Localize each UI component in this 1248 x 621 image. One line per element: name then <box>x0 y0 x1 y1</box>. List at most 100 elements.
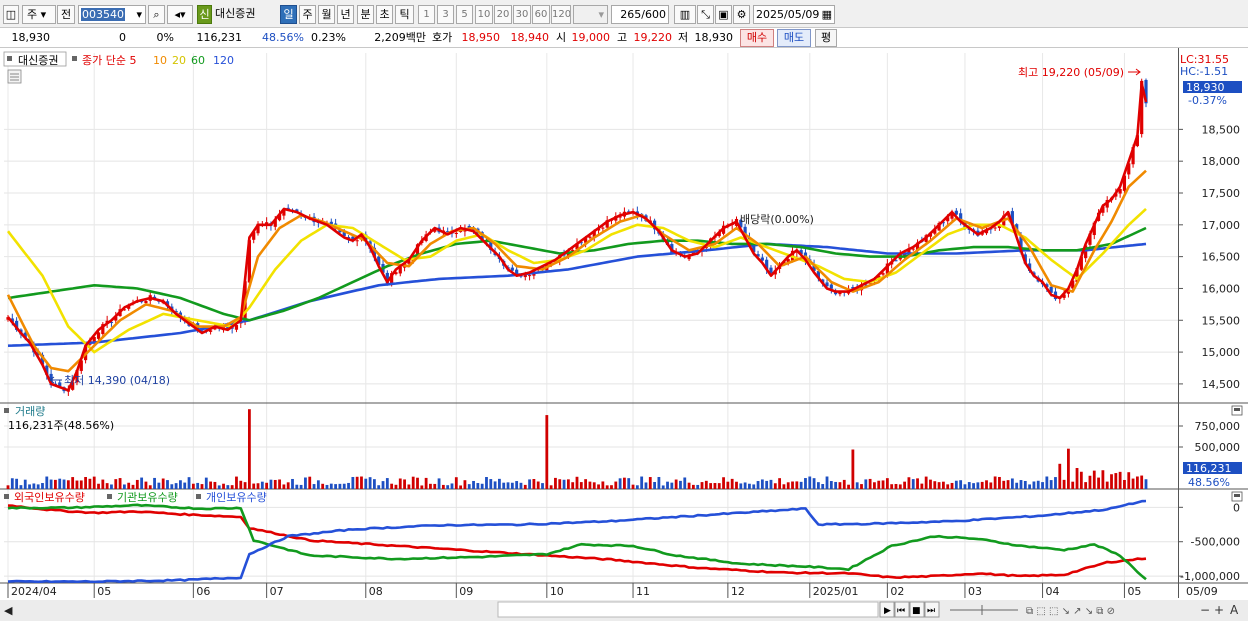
legend-ma20[interactable]: 20 <box>172 54 186 67</box>
holdings-tick-label: -1,000,000 <box>1180 570 1240 583</box>
candle-body <box>527 275 532 277</box>
range-button[interactable]: 120 <box>551 5 571 24</box>
range-button[interactable]: 3 <box>437 5 454 24</box>
volume-bar <box>515 481 519 489</box>
volume-bar <box>717 483 721 489</box>
volume-bar <box>739 483 743 489</box>
volume-bar <box>799 481 803 489</box>
volume-bar <box>360 476 363 489</box>
volume-bar <box>816 482 820 489</box>
volume-bar <box>75 480 79 489</box>
candle-body <box>829 284 833 289</box>
tab-second[interactable]: 초 <box>376 5 393 24</box>
chart-background <box>0 48 1248 621</box>
volume-bar <box>623 477 626 489</box>
range-button[interactable]: 1 <box>418 5 435 24</box>
date-tick-label: 05 <box>1127 585 1141 598</box>
volume-bar <box>700 482 704 489</box>
stock-code-input[interactable]: 003540 ▾ <box>78 5 146 24</box>
volume-bar <box>502 482 506 489</box>
volume-bar <box>429 483 432 489</box>
sound-icon[interactable]: ◂▾ <box>167 5 193 24</box>
chart-title: 대신증권 <box>18 54 58 67</box>
volume-bar <box>256 483 260 489</box>
range-button[interactable]: 20 <box>494 5 512 24</box>
zoom-out-button[interactable]: − <box>1200 603 1210 617</box>
window-menu-icon[interactable]: ◫ <box>3 5 19 24</box>
custom-range-select[interactable]: ▾ <box>573 5 608 24</box>
range-button[interactable]: 10 <box>475 5 493 24</box>
range-button[interactable]: 5 <box>456 5 473 24</box>
legend-individual[interactable]: 개인보유수량 <box>206 491 267 504</box>
bar-count-input[interactable]: 265/600 <box>611 5 669 24</box>
sell-button[interactable]: 매도 <box>777 29 811 47</box>
quote-bid: 18,940 <box>510 31 550 44</box>
last-volume-label: 116,231 <box>1186 462 1232 475</box>
volume-bar <box>808 476 812 489</box>
tab-tick[interactable]: 틱 <box>395 5 414 24</box>
chart-type-icon[interactable]: ▥ <box>674 5 696 24</box>
date-tick-label: 08 <box>369 585 383 598</box>
volume-bar <box>1010 478 1014 489</box>
legend-ma60[interactable]: 60 <box>191 54 205 67</box>
tab-daily[interactable]: 일 <box>280 5 297 24</box>
volume-title[interactable]: 거래량 <box>15 405 45 418</box>
tab-minute[interactable]: 분 <box>357 5 374 24</box>
tab-yearly[interactable]: 년 <box>337 5 354 24</box>
volume-bar <box>1084 482 1088 489</box>
volume-bar <box>597 484 600 489</box>
range-button[interactable]: 30 <box>513 5 531 24</box>
period-select[interactable]: 주 ▾ <box>22 5 56 24</box>
settings-icon[interactable]: ⚙ <box>733 5 750 24</box>
volume-bar <box>1079 471 1083 489</box>
volume-bar <box>32 483 36 489</box>
search-icon[interactable]: ⌕ <box>148 5 165 24</box>
scroll-thumb[interactable] <box>497 601 879 618</box>
auto-scale-button[interactable]: A <box>1230 603 1239 617</box>
date-tick-label: 04 <box>1046 585 1060 598</box>
save-icon[interactable]: ▣ <box>715 5 732 24</box>
legend-ma120[interactable]: 120 <box>213 54 234 67</box>
zoom-in-button[interactable]: + <box>1214 603 1224 617</box>
volume-bar <box>407 484 411 489</box>
volume-bar <box>562 479 566 489</box>
volume-bar <box>127 482 131 489</box>
date-input[interactable]: 2025/05/09 ▦ <box>753 5 835 24</box>
volume-bar <box>390 483 394 489</box>
tab-weekly[interactable]: 주 <box>299 5 316 24</box>
volume-bar <box>88 478 92 489</box>
prev-button[interactable]: 전 <box>57 5 75 24</box>
eval-button[interactable]: 평 <box>815 29 837 47</box>
volume-bar <box>355 476 359 489</box>
volume-bar <box>920 483 924 489</box>
quote-amount: 2,209백만 <box>374 31 426 44</box>
candle-body <box>515 269 519 274</box>
buy-button[interactable]: 매수 <box>740 29 774 47</box>
legend-ma5[interactable]: 종가 단순 5 <box>82 54 136 67</box>
scroll-left-icon[interactable]: ◀ <box>4 604 13 617</box>
volume-bar <box>1101 470 1105 489</box>
bar-count-value: 265 <box>620 8 642 21</box>
volume-bar <box>657 476 661 489</box>
tab-monthly[interactable]: 월 <box>318 5 335 24</box>
overlay-icon[interactable]: ⤡ <box>697 5 714 24</box>
volume-bar <box>666 481 669 489</box>
date-tick-label: 10 <box>550 585 564 598</box>
volume-bar <box>174 483 178 489</box>
table-icon[interactable] <box>7 69 22 84</box>
volume-bar <box>235 476 238 489</box>
volume-bar <box>860 484 863 489</box>
volume-bar <box>118 478 122 489</box>
tool-icons[interactable]: ⧉ ⬚ ⬚ ↘ ↗ ↘ ⧉ ⊘ <box>1026 606 1115 617</box>
quote-turnover: 0.23% <box>311 31 346 44</box>
legend-foreign[interactable]: 외국인보유수량 <box>14 491 85 504</box>
legend-institution[interactable]: 기관보유수량 <box>117 491 178 504</box>
volume-bar <box>1105 481 1109 489</box>
volume-bar <box>1114 473 1118 489</box>
quote-bar: 18,930 0 0% 116,231 48.56% 0.23% 2,209백만… <box>0 28 1248 48</box>
range-button[interactable]: 60 <box>532 5 550 24</box>
volume-bar <box>679 480 682 489</box>
volume-bar <box>161 478 165 489</box>
legend-ma10[interactable]: 10 <box>153 54 167 67</box>
volume-bar <box>79 480 83 489</box>
